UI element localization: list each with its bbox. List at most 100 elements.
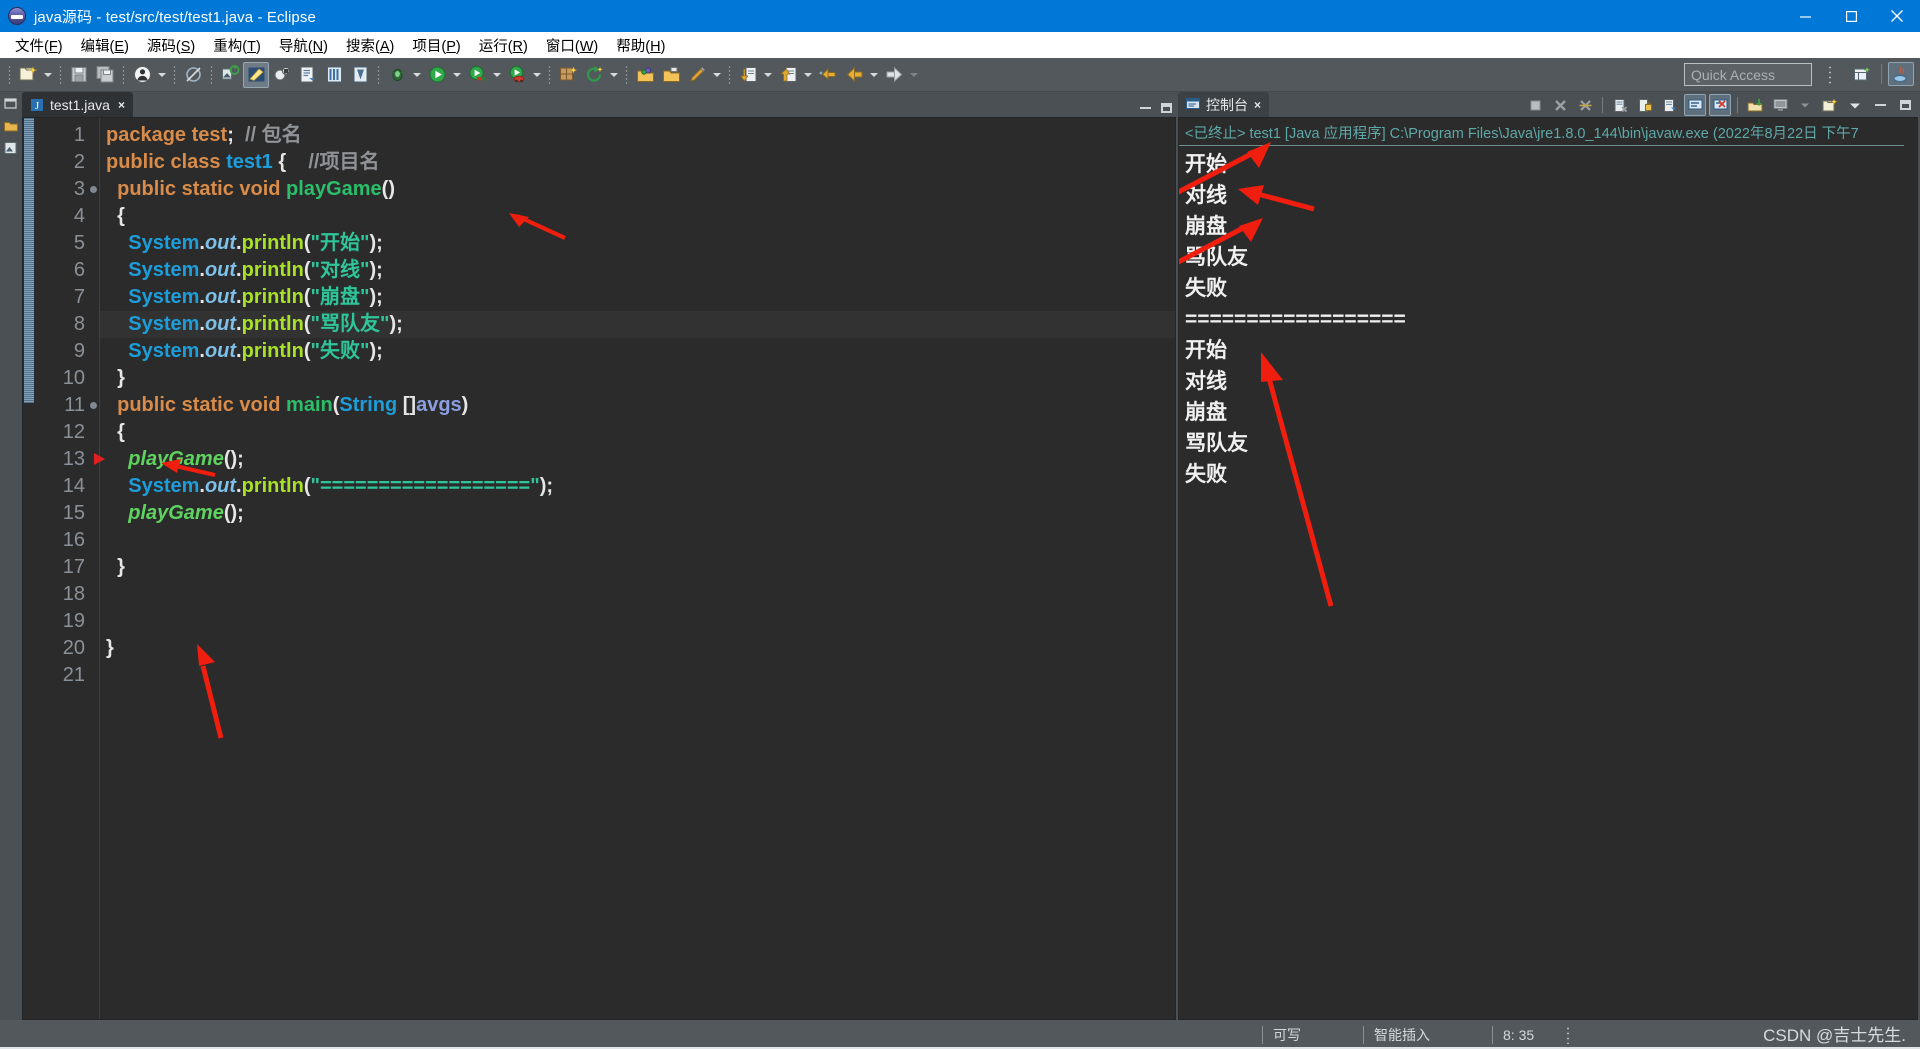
external-tools-dropdown[interactable]: [530, 62, 544, 88]
minimize-button[interactable]: [1782, 0, 1828, 32]
restore-view-icon[interactable]: [3, 96, 19, 112]
open-task-icon[interactable]: [295, 62, 321, 88]
menu-file[interactable]: 文件(F): [6, 33, 72, 58]
menu-refactor[interactable]: 重构(T): [204, 33, 270, 58]
back-icon[interactable]: [815, 62, 841, 88]
run-icon[interactable]: [424, 62, 450, 88]
open-perspective-icon[interactable]: [1849, 62, 1875, 86]
new-console-view-icon[interactable]: [1819, 94, 1841, 116]
minimize-icon[interactable]: [1140, 107, 1151, 109]
maximize-icon[interactable]: [1894, 94, 1916, 116]
menu-search[interactable]: 搜索(A): [337, 33, 403, 58]
code-token: playGame: [128, 502, 224, 524]
code-token: {: [106, 205, 125, 227]
maximize-button[interactable]: [1828, 0, 1874, 32]
console-tab-row: 控制台 ×: [1178, 92, 1918, 117]
menu-source[interactable]: 源码(S): [138, 33, 204, 58]
toggle-breadcrumb-icon[interactable]: [347, 62, 373, 88]
import-dropdown[interactable]: [761, 62, 775, 88]
maximize-icon[interactable]: [1161, 103, 1172, 113]
scroll-thumb[interactable]: [24, 118, 34, 403]
save-icon[interactable]: [66, 62, 92, 88]
new-java-class-icon[interactable]: [243, 61, 269, 88]
code-token: System: [128, 259, 200, 281]
status-handle[interactable]: [1566, 1025, 1571, 1044]
console-scrollbar[interactable]: [1904, 118, 1917, 1019]
quick-access-handle[interactable]: [1828, 65, 1832, 85]
menu-project[interactable]: 项目(P): [403, 33, 469, 58]
run-coverage-dropdown[interactable]: [490, 62, 504, 88]
export-dropdown[interactable]: [801, 62, 815, 88]
debug-dropdown[interactable]: [410, 62, 424, 88]
code-token: ();: [223, 502, 244, 524]
run-coverage-icon[interactable]: [464, 62, 490, 88]
console-tab[interactable]: 控制台 ×: [1178, 92, 1270, 117]
editor-scrollbar-left[interactable]: [23, 118, 35, 1019]
remove-all-terminated-icon[interactable]: [1574, 94, 1596, 116]
display-selected-console-icon[interactable]: [1709, 94, 1731, 116]
edit-dropdown[interactable]: [710, 62, 724, 88]
save-all-icon[interactable]: [92, 62, 118, 88]
minimize-icon[interactable]: [1869, 94, 1891, 116]
close-icon[interactable]: ×: [1254, 98, 1261, 112]
export-icon[interactable]: [775, 62, 801, 88]
pin-console-icon[interactable]: [1684, 94, 1706, 116]
new-console-dropdown[interactable]: [1844, 94, 1866, 116]
open-console-icon[interactable]: [1744, 94, 1766, 116]
close-button[interactable]: [1874, 0, 1920, 32]
main-toolbar: Quick Access: [0, 58, 1920, 92]
editor-body[interactable]: 1 2 3 4 5 6 7 8 9 10 11 12 13 14 15 16 17 18 19 20 21 packag…: [22, 117, 1176, 1020]
fold-marker-icon[interactable]: [90, 402, 97, 409]
java-file-icon: J: [31, 98, 43, 112]
show-console-icon[interactable]: [1769, 94, 1791, 116]
show-console-dropdown[interactable]: [1794, 94, 1816, 116]
console-view: 控制台 × <已终止> test1 [Java 应用程序] C:\Program…: [1178, 92, 1918, 1020]
print-icon[interactable]: [129, 62, 155, 88]
menu-help[interactable]: 帮助(H): [607, 33, 674, 58]
print-dropdown[interactable]: [155, 62, 169, 88]
open-type-icon[interactable]: [321, 62, 347, 88]
show-console-on-output-icon[interactable]: [1659, 94, 1681, 116]
new-wizard-icon[interactable]: [15, 62, 41, 88]
import-icon[interactable]: [735, 62, 761, 88]
forward-icon[interactable]: [881, 62, 907, 88]
fold-marker-icon[interactable]: [90, 186, 97, 193]
code-token: out: [204, 232, 237, 254]
console-body[interactable]: <已终止> test1 [Java 应用程序] C:\Program Files…: [1178, 117, 1918, 1020]
new-grid-icon[interactable]: [555, 62, 581, 88]
toolbar-separator: [59, 64, 62, 85]
remove-launch-icon[interactable]: [1549, 94, 1571, 116]
run-dropdown[interactable]: [450, 62, 464, 88]
new-package-icon[interactable]: [269, 62, 295, 88]
java-perspective-icon[interactable]: [1888, 62, 1914, 86]
previous-dropdown[interactable]: [867, 62, 881, 88]
new-java-project-icon[interactable]: [217, 62, 243, 88]
menu-edit[interactable]: 编辑(E): [72, 33, 138, 58]
debug-icon[interactable]: [384, 62, 410, 88]
toggle-markers-icon[interactable]: [180, 62, 206, 88]
refresh-icon[interactable]: [581, 62, 607, 88]
console-output-line: ==================: [1185, 308, 1406, 331]
code-text[interactable]: package test; // 包名 public class test1 { …: [100, 118, 1175, 1019]
new-wizard-dropdown[interactable]: [41, 62, 55, 88]
menu-source-key: S: [180, 38, 191, 55]
edit-pencil-icon[interactable]: [684, 62, 710, 88]
previous-icon[interactable]: [841, 62, 867, 88]
clear-console-icon[interactable]: [1609, 94, 1631, 116]
code-token: out: [204, 340, 237, 362]
menu-window[interactable]: 窗口(W): [537, 33, 607, 58]
quick-access-input[interactable]: Quick Access: [1684, 63, 1812, 86]
code-token: // 包名: [233, 124, 302, 146]
project-view-icon[interactable]: [3, 140, 19, 156]
refresh-dropdown[interactable]: [607, 62, 621, 88]
open-perspective-folder-icon[interactable]: [632, 62, 658, 88]
external-tools-icon[interactable]: [504, 62, 530, 88]
package-explorer-icon[interactable]: [3, 118, 19, 134]
scroll-lock-icon[interactable]: [1634, 94, 1656, 116]
editor-tab-test1-java[interactable]: J test1.java ×: [22, 92, 133, 117]
close-icon[interactable]: ×: [118, 98, 125, 112]
open-folder-icon[interactable]: [658, 62, 684, 88]
terminate-icon[interactable]: [1524, 94, 1546, 116]
menu-run[interactable]: 运行(R): [470, 33, 537, 58]
menu-navigate[interactable]: 导航(N): [270, 33, 337, 58]
